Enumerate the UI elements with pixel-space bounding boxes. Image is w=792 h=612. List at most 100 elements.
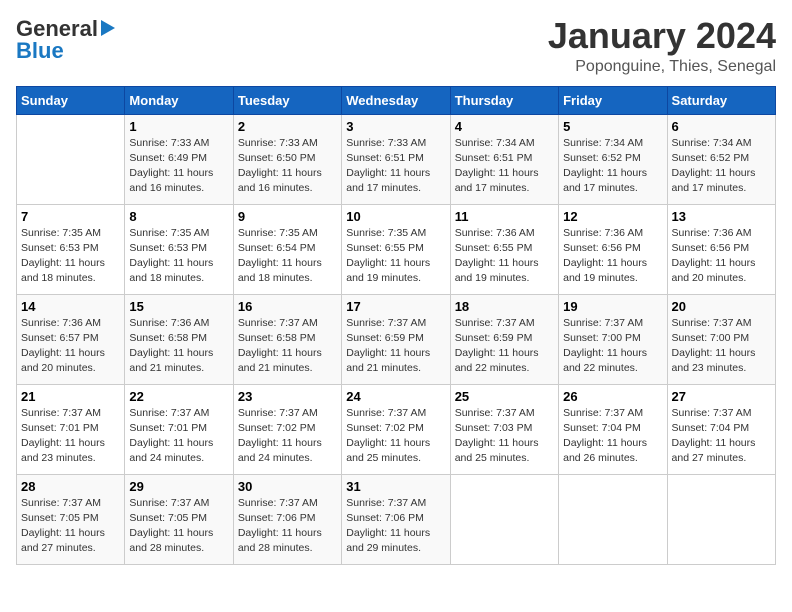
day-info: Sunrise: 7:36 AM Sunset: 6:56 PM Dayligh… (563, 227, 647, 285)
day-info: Sunrise: 7:37 AM Sunset: 7:00 PM Dayligh… (672, 317, 756, 375)
calendar-day-cell: 2 Sunrise: 7:33 AM Sunset: 6:50 PM Daylig… (233, 114, 341, 204)
day-info: Sunrise: 7:34 AM Sunset: 6:51 PM Dayligh… (455, 137, 539, 195)
day-number: 7 (21, 209, 120, 224)
calendar-week-row: 28 Sunrise: 7:37 AM Sunset: 7:05 PM Dayli… (17, 474, 776, 564)
day-number: 21 (21, 389, 120, 404)
logo-arrow-icon (101, 20, 115, 36)
logo-blue: Blue (16, 38, 64, 64)
calendar-day-cell: 6Sunrise: 7:34 AM Sunset: 6:52 PM Daylig… (667, 114, 775, 204)
weekday-row: SundayMondayTuesdayWednesdayThursdayFrid… (17, 86, 776, 114)
calendar-day-cell (450, 474, 558, 564)
calendar-day-cell: 21 Sunrise: 7:37 AM Sunset: 7:01 PM Dayli… (17, 384, 125, 474)
calendar-day-cell: 24Sunrise: 7:37 AM Sunset: 7:02 PM Dayli… (342, 384, 450, 474)
calendar-day-cell: 25Sunrise: 7:37 AM Sunset: 7:03 PM Dayli… (450, 384, 558, 474)
day-number: 28 (21, 479, 120, 494)
calendar-week-row: 14Sunrise: 7:36 AM Sunset: 6:57 PM Dayli… (17, 294, 776, 384)
calendar-day-cell: 4 Sunrise: 7:34 AM Sunset: 6:51 PM Daylig… (450, 114, 558, 204)
calendar-day-cell: 18Sunrise: 7:37 AM Sunset: 6:59 PM Dayli… (450, 294, 558, 384)
calendar-day-cell: 28 Sunrise: 7:37 AM Sunset: 7:05 PM Dayli… (17, 474, 125, 564)
day-info: Sunrise: 7:33 AM Sunset: 6:50 PM Dayligh… (238, 137, 322, 195)
day-info: Sunrise: 7:36 AM Sunset: 6:58 PM Dayligh… (129, 317, 213, 375)
calendar-day-cell: 10 Sunrise: 7:35 AM Sunset: 6:55 PM Dayli… (342, 204, 450, 294)
calendar-day-cell (559, 474, 667, 564)
calendar-week-row: 1 Sunrise: 7:33 AM Sunset: 6:49 PM Daylig… (17, 114, 776, 204)
day-number: 22 (129, 389, 228, 404)
day-number: 4 (455, 119, 554, 134)
calendar-day-cell: 27Sunrise: 7:37 AM Sunset: 7:04 PM Dayli… (667, 384, 775, 474)
calendar-body: 1 Sunrise: 7:33 AM Sunset: 6:49 PM Daylig… (17, 114, 776, 564)
calendar-day-cell: 3 Sunrise: 7:33 AM Sunset: 6:51 PM Daylig… (342, 114, 450, 204)
calendar-day-cell: 12 Sunrise: 7:36 AM Sunset: 6:56 PM Dayli… (559, 204, 667, 294)
day-info: Sunrise: 7:37 AM Sunset: 7:02 PM Dayligh… (346, 407, 430, 465)
day-info: Sunrise: 7:37 AM Sunset: 7:06 PM Dayligh… (346, 497, 430, 555)
location-title: Poponguine, Thies, Senegal (548, 58, 776, 76)
day-number: 2 (238, 119, 337, 134)
calendar-week-row: 7 Sunrise: 7:35 AM Sunset: 6:53 PM Daylig… (17, 204, 776, 294)
calendar-day-cell (667, 474, 775, 564)
month-title: January 2024 (548, 16, 776, 56)
calendar-day-cell: 20 Sunrise: 7:37 AM Sunset: 7:00 PM Dayli… (667, 294, 775, 384)
calendar-day-cell: 16Sunrise: 7:37 AM Sunset: 6:58 PM Dayli… (233, 294, 341, 384)
day-info: Sunrise: 7:34 AM Sunset: 6:52 PM Dayligh… (563, 137, 647, 195)
day-info: Sunrise: 7:37 AM Sunset: 7:05 PM Dayligh… (21, 497, 105, 555)
day-info: Sunrise: 7:37 AM Sunset: 7:02 PM Dayligh… (238, 407, 322, 465)
calendar-day-cell: 14Sunrise: 7:36 AM Sunset: 6:57 PM Dayli… (17, 294, 125, 384)
calendar-day-cell: 13Sunrise: 7:36 AM Sunset: 6:56 PM Dayli… (667, 204, 775, 294)
day-info: Sunrise: 7:33 AM Sunset: 6:51 PM Dayligh… (346, 137, 430, 195)
weekday-header-monday: Monday (125, 86, 233, 114)
calendar-day-cell: 11 Sunrise: 7:36 AM Sunset: 6:55 PM Dayli… (450, 204, 558, 294)
day-number: 30 (238, 479, 337, 494)
calendar-day-cell (17, 114, 125, 204)
day-number: 10 (346, 209, 445, 224)
calendar-day-cell: 5Sunrise: 7:34 AM Sunset: 6:52 PM Daylig… (559, 114, 667, 204)
day-info: Sunrise: 7:35 AM Sunset: 6:53 PM Dayligh… (129, 227, 213, 285)
calendar-week-row: 21 Sunrise: 7:37 AM Sunset: 7:01 PM Dayli… (17, 384, 776, 474)
day-number: 11 (455, 209, 554, 224)
day-number: 23 (238, 389, 337, 404)
calendar-day-cell: 1 Sunrise: 7:33 AM Sunset: 6:49 PM Daylig… (125, 114, 233, 204)
weekday-header-sunday: Sunday (17, 86, 125, 114)
calendar-day-cell: 26 Sunrise: 7:37 AM Sunset: 7:04 PM Dayli… (559, 384, 667, 474)
day-number: 9 (238, 209, 337, 224)
day-info: Sunrise: 7:37 AM Sunset: 7:04 PM Dayligh… (672, 407, 756, 465)
day-info: Sunrise: 7:36 AM Sunset: 6:57 PM Dayligh… (21, 317, 105, 375)
day-number: 8 (129, 209, 228, 224)
day-number: 17 (346, 299, 445, 314)
day-info: Sunrise: 7:37 AM Sunset: 7:01 PM Dayligh… (129, 407, 213, 465)
calendar-day-cell: 9Sunrise: 7:35 AM Sunset: 6:54 PM Daylig… (233, 204, 341, 294)
weekday-header-tuesday: Tuesday (233, 86, 341, 114)
day-number: 15 (129, 299, 228, 314)
calendar-day-cell: 22 Sunrise: 7:37 AM Sunset: 7:01 PM Dayli… (125, 384, 233, 474)
day-info: Sunrise: 7:35 AM Sunset: 6:55 PM Dayligh… (346, 227, 430, 285)
day-info: Sunrise: 7:37 AM Sunset: 7:05 PM Dayligh… (129, 497, 213, 555)
calendar-day-cell: 15 Sunrise: 7:36 AM Sunset: 6:58 PM Dayli… (125, 294, 233, 384)
weekday-header-friday: Friday (559, 86, 667, 114)
day-info: Sunrise: 7:37 AM Sunset: 6:59 PM Dayligh… (455, 317, 539, 375)
calendar-day-cell: 7Sunrise: 7:35 AM Sunset: 6:53 PM Daylig… (17, 204, 125, 294)
day-number: 20 (672, 299, 771, 314)
weekday-header-saturday: Saturday (667, 86, 775, 114)
day-number: 12 (563, 209, 662, 224)
day-info: Sunrise: 7:37 AM Sunset: 7:06 PM Dayligh… (238, 497, 322, 555)
calendar-table: SundayMondayTuesdayWednesdayThursdayFrid… (16, 86, 776, 565)
day-info: Sunrise: 7:34 AM Sunset: 6:52 PM Dayligh… (672, 137, 756, 195)
day-info: Sunrise: 7:36 AM Sunset: 6:55 PM Dayligh… (455, 227, 539, 285)
header: General Blue January 2024 Poponguine, Th… (16, 16, 776, 76)
day-info: Sunrise: 7:37 AM Sunset: 6:58 PM Dayligh… (238, 317, 322, 375)
calendar-day-cell: 23 Sunrise: 7:37 AM Sunset: 7:02 PM Dayli… (233, 384, 341, 474)
logo: General Blue (16, 16, 115, 64)
day-info: Sunrise: 7:37 AM Sunset: 7:01 PM Dayligh… (21, 407, 105, 465)
calendar-header: SundayMondayTuesdayWednesdayThursdayFrid… (17, 86, 776, 114)
day-info: Sunrise: 7:37 AM Sunset: 7:04 PM Dayligh… (563, 407, 647, 465)
day-number: 1 (129, 119, 228, 134)
day-number: 19 (563, 299, 662, 314)
day-number: 3 (346, 119, 445, 134)
day-info: Sunrise: 7:33 AM Sunset: 6:49 PM Dayligh… (129, 137, 213, 195)
calendar-day-cell: 30 Sunrise: 7:37 AM Sunset: 7:06 PM Dayli… (233, 474, 341, 564)
title-section: January 2024 Poponguine, Thies, Senegal (548, 16, 776, 76)
day-info: Sunrise: 7:36 AM Sunset: 6:56 PM Dayligh… (672, 227, 756, 285)
day-number: 26 (563, 389, 662, 404)
calendar-day-cell: 19Sunrise: 7:37 AM Sunset: 7:00 PM Dayli… (559, 294, 667, 384)
calendar-day-cell: 29Sunrise: 7:37 AM Sunset: 7:05 PM Dayli… (125, 474, 233, 564)
day-info: Sunrise: 7:37 AM Sunset: 6:59 PM Dayligh… (346, 317, 430, 375)
